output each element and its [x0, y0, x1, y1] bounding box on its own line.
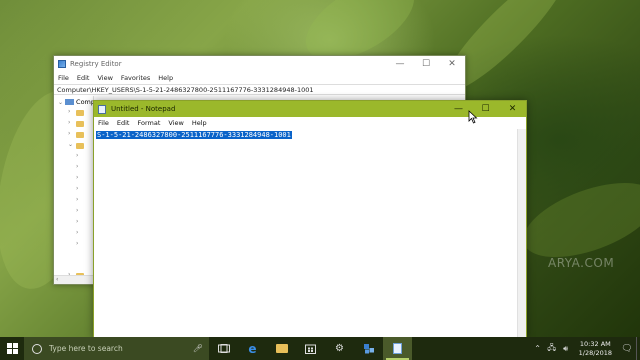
chevron-right-icon[interactable]: ›: [76, 240, 78, 247]
search-placeholder: Type here to search: [49, 344, 123, 353]
task-view-icon: [217, 344, 230, 353]
show-desktop-button[interactable]: [636, 337, 640, 360]
regedit-address-bar[interactable]: Computer\HKEY_USERS\S-1-5-21-2486327800-…: [54, 84, 465, 95]
gear-icon: ⚙: [335, 343, 344, 354]
selected-text[interactable]: S-1-5-21-2486327800-2511167776-333128494…: [96, 131, 292, 139]
chevron-right-icon[interactable]: ›: [76, 229, 78, 236]
taskbar: Type here to search 🎤︎ e ⚙ ⌃ 🖧︎ 🔊︎ 10:32…: [0, 337, 640, 360]
system-tray: ⌃ 🖧︎ 🔊︎ 10:32 AM 1/28/2018 🗨︎: [531, 337, 640, 360]
edge-icon: e: [248, 341, 257, 356]
chevron-right-icon[interactable]: ›: [68, 130, 70, 137]
folder-icon: [76, 132, 84, 138]
cortana-icon: [32, 343, 42, 354]
tree-node[interactable]: ›: [68, 108, 84, 118]
regedit-app-icon: [58, 60, 66, 68]
notepad-app-icon: [98, 104, 106, 114]
task-view-button[interactable]: [209, 337, 238, 360]
clock-date: 1/28/2018: [578, 348, 612, 357]
notepad-taskbar-button[interactable]: [383, 337, 412, 360]
edge-button[interactable]: e: [238, 337, 267, 360]
file-explorer-button[interactable]: [267, 337, 296, 360]
regedit-menu-edit[interactable]: Edit: [77, 74, 90, 82]
action-center-icon[interactable]: 🗨︎: [618, 344, 636, 354]
notepad-text-area[interactable]: S-1-5-21-2486327800-2511167776-333128494…: [94, 129, 517, 337]
tree-node[interactable]: ›: [76, 163, 86, 173]
chevron-left-icon[interactable]: ‹: [56, 276, 58, 283]
chevron-right-icon[interactable]: ›: [76, 174, 78, 181]
regedit-titlebar[interactable]: Registry Editor — ☐ ✕: [54, 56, 465, 72]
regedit-minimize-button[interactable]: —: [387, 56, 413, 72]
start-button[interactable]: [0, 337, 24, 360]
chevron-right-icon[interactable]: ›: [76, 152, 78, 159]
chevron-right-icon[interactable]: ›: [68, 108, 70, 115]
settings-button[interactable]: ⚙: [325, 337, 354, 360]
notepad-menu-format[interactable]: Format: [137, 119, 160, 127]
mouse-pointer-icon: [468, 110, 478, 124]
regedit-menubar: File Edit View Favorites Help: [54, 72, 465, 84]
chevron-right-icon[interactable]: ›: [68, 119, 70, 126]
clock[interactable]: 10:32 AM 1/28/2018: [573, 340, 618, 358]
notepad-title: Untitled - Notepad: [111, 105, 176, 113]
network-icon[interactable]: 🖧︎: [545, 342, 559, 356]
windows-logo-icon: [6, 343, 18, 354]
taskbar-search-box[interactable]: Type here to search 🎤︎: [24, 337, 209, 360]
regedit-icon: [363, 343, 374, 353]
chevron-right-icon[interactable]: ›: [76, 196, 78, 203]
chevron-right-icon[interactable]: ›: [76, 185, 78, 192]
regedit-key-tree[interactable]: ⌄ Comp › › › ⌄ › › › › › › › › › ›: [54, 96, 95, 279]
notepad-vertical-scrollbar[interactable]: [517, 129, 526, 337]
notepad-icon: [393, 343, 402, 354]
tree-node[interactable]: ›: [76, 218, 86, 228]
store-icon: [305, 344, 316, 354]
notepad-menu-file[interactable]: File: [98, 119, 109, 127]
chevron-down-icon[interactable]: ⌄: [68, 141, 73, 148]
tree-node[interactable]: ⌄: [68, 141, 84, 151]
tree-node[interactable]: ›: [76, 229, 86, 239]
regedit-title: Registry Editor: [70, 60, 122, 68]
chevron-right-icon[interactable]: ›: [76, 218, 78, 225]
tree-node[interactable]: ›: [76, 174, 86, 184]
tree-node[interactable]: ›: [76, 185, 86, 195]
chevron-up-icon[interactable]: ⌃: [531, 344, 545, 353]
regedit-menu-view[interactable]: View: [97, 74, 112, 82]
folder-icon: [76, 121, 84, 127]
notepad-menu-help[interactable]: Help: [192, 119, 207, 127]
regedit-menu-help[interactable]: Help: [158, 74, 173, 82]
regedit-maximize-button[interactable]: ☐: [413, 56, 439, 72]
file-explorer-icon: [275, 344, 288, 353]
regedit-taskbar-button[interactable]: [354, 337, 383, 360]
tree-node[interactable]: ›: [76, 196, 86, 206]
tree-node[interactable]: ›: [76, 240, 86, 250]
tree-node[interactable]: ›: [68, 119, 84, 129]
chevron-right-icon[interactable]: ›: [76, 207, 78, 214]
notepad-titlebar[interactable]: Untitled - Notepad — ☐ ✕: [94, 101, 526, 117]
folder-icon: [76, 143, 84, 149]
volume-icon[interactable]: 🔊︎: [559, 344, 573, 354]
computer-icon: [65, 99, 75, 105]
regedit-menu-file[interactable]: File: [58, 74, 69, 82]
notepad-close-button[interactable]: ✕: [499, 101, 526, 117]
watermark: ARYA.COM: [548, 256, 615, 270]
regedit-horizontal-scrollbar[interactable]: ‹: [54, 275, 94, 284]
chevron-down-icon[interactable]: ⌄: [58, 99, 63, 106]
tree-node[interactable]: ›: [76, 207, 86, 217]
tree-node[interactable]: ›: [76, 152, 86, 162]
tree-root-computer[interactable]: ⌄ Comp: [58, 98, 95, 106]
regedit-menu-favorites[interactable]: Favorites: [121, 74, 150, 82]
clock-time: 10:32 AM: [579, 339, 611, 348]
folder-icon: [76, 110, 84, 116]
regedit-close-button[interactable]: ✕: [439, 56, 465, 72]
chevron-right-icon[interactable]: ›: [76, 163, 78, 170]
notepad-menu-view[interactable]: View: [168, 119, 183, 127]
notepad-menubar: File Edit Format View Help: [94, 117, 526, 129]
notepad-menu-edit[interactable]: Edit: [117, 119, 130, 127]
microphone-icon[interactable]: 🎤︎: [193, 344, 203, 353]
tree-node[interactable]: ›: [68, 130, 84, 140]
notepad-window[interactable]: Untitled - Notepad — ☐ ✕ File Edit Forma…: [93, 100, 527, 338]
store-button[interactable]: [296, 337, 325, 360]
